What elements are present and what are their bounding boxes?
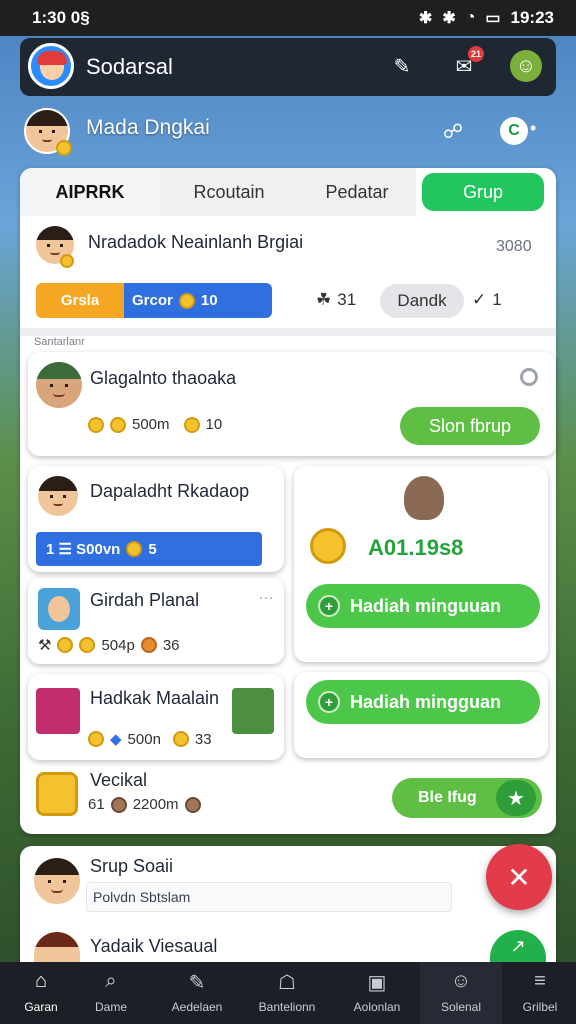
section-label: Santarlanr xyxy=(34,336,85,348)
wifi-icon: ◔ xyxy=(465,9,476,26)
coin-icon xyxy=(79,637,96,653)
home-icon: ⌂ xyxy=(34,970,48,992)
notification-badge: 21 xyxy=(468,46,484,62)
coin-icon xyxy=(110,796,127,813)
item4-avatar xyxy=(232,688,274,734)
nav-menu[interactable]: ≡ Grilbel xyxy=(504,962,576,1024)
item5-title: Vecikal xyxy=(90,770,148,790)
fab-close-icon[interactable]: ✕ xyxy=(486,844,552,910)
featured-extra: ✓ 1 xyxy=(472,290,502,309)
featured-action-button[interactable]: Dandk xyxy=(380,284,464,318)
coin-icon xyxy=(184,796,201,813)
tools-icon: ⚒ xyxy=(38,637,52,654)
refresh-icon[interactable]: C xyxy=(500,117,528,145)
coin-icon xyxy=(88,416,104,433)
status-bar: 1:30 0§ ✱ ✱ ◔ ▭ 19:23 xyxy=(0,0,576,36)
app-logo[interactable] xyxy=(28,43,74,89)
item1-avatar xyxy=(36,362,82,408)
tab-grup[interactable]: Grup xyxy=(422,173,544,211)
check-circle-icon: ✓ xyxy=(472,290,487,309)
coin-icon xyxy=(110,416,126,433)
coin-icon xyxy=(178,292,195,309)
mascot-icon xyxy=(404,476,444,520)
item1-stats: 500m 10 xyxy=(88,416,222,433)
bar-value: 10 xyxy=(200,292,218,309)
people-stat: ☘ 31 xyxy=(316,290,356,310)
status-time-left: 1:30 0§ xyxy=(32,8,90,27)
coin-icon xyxy=(56,140,72,156)
app-header: Sodarsal ✎ ✉ 21 ☺ xyxy=(20,38,556,96)
nav-bag[interactable]: ☖ Bantelionn xyxy=(246,962,328,1024)
lower-avatar xyxy=(34,858,80,904)
friend-icon[interactable]: ☺ xyxy=(510,50,542,82)
star-icon[interactable]: ★ xyxy=(496,780,536,816)
item1-radio[interactable] xyxy=(520,368,538,386)
item4-thumbnail xyxy=(36,688,80,734)
weekly-reward-button-2[interactable]: + Hadiah mingguan xyxy=(306,680,540,724)
gold-coin-icon xyxy=(310,528,346,564)
bottom-nav: ⌂ Garan ⌕ Dame ✎ Aedelaen ☖ Bantelionn ▣… xyxy=(0,962,576,1024)
lower-title: Srup Soaii xyxy=(90,856,174,876)
coin-stack-icon xyxy=(36,772,78,816)
item2-progress-bar: 1 ☰ S00vn 5 xyxy=(36,532,262,566)
plus-icon: + xyxy=(318,691,340,713)
nav-box[interactable]: ▣ Aolonlan xyxy=(336,962,418,1024)
lower-avatar-2 xyxy=(34,932,80,962)
people-icon: ☘ xyxy=(316,290,332,309)
plus-icon: + xyxy=(318,595,340,617)
item3-stats: ⚒ 504p 36 xyxy=(38,636,180,655)
item4-title: Hadkak Maalain xyxy=(90,688,220,708)
coin-icon xyxy=(60,254,74,268)
notification-icon[interactable]: ✉ 21 xyxy=(448,46,484,82)
search-input[interactable]: Polvdn Sbtslam xyxy=(86,882,452,912)
reward-amount: A01.19s8 xyxy=(368,535,464,560)
gem-icon: ◆ xyxy=(110,731,122,748)
pencil-icon: ✎ xyxy=(188,972,206,994)
box-icon: ▣ xyxy=(367,972,387,994)
tab-rcoutain[interactable]: Rcoutain xyxy=(160,168,298,216)
coin-icon xyxy=(172,731,189,747)
nav-profile[interactable]: ☺ Solenal xyxy=(420,962,502,1024)
item1-title: Glagalnto thaoaka xyxy=(90,368,237,388)
people-count: 31 xyxy=(337,290,357,309)
coin-icon xyxy=(183,416,200,433)
edit-icon[interactable]: ✎ xyxy=(386,50,418,82)
profile-name: Mada Dngkai xyxy=(86,116,210,139)
weekly-reward-button[interactable]: + Hadiah minguuan xyxy=(306,584,540,628)
featured-score: 3080 xyxy=(496,238,532,255)
item4-stats: ◆ 500n 33 xyxy=(88,730,212,748)
menu-icon: ≡ xyxy=(534,970,546,992)
item3-title: Girdah Planal xyxy=(90,590,200,610)
item2-avatar xyxy=(38,476,78,516)
link-icon[interactable]: ☍ xyxy=(434,112,472,150)
coin-icon xyxy=(57,637,74,653)
app-title: Sodarsal xyxy=(86,54,173,79)
item2-title: Dapaladht Rkadaop xyxy=(90,481,250,501)
user-icon: ☺ xyxy=(450,970,472,992)
bar-left-label: Grsla xyxy=(36,283,124,318)
coin-icon xyxy=(140,637,157,653)
bluetooth-icon: ✱ xyxy=(418,10,433,27)
battery-icon: ▭ xyxy=(485,10,501,27)
coin-icon xyxy=(126,541,143,557)
join-group-button[interactable]: Slon fbrup xyxy=(400,407,540,445)
coin-icon xyxy=(88,731,104,747)
search-icon: ⌕ xyxy=(105,970,117,992)
status-time-right: 19:23 xyxy=(510,8,554,27)
featured-progress-bar: Grsla Grcor 10 xyxy=(36,283,272,318)
tab-bar: AIPRRK Rcoutain Pedatar Grup xyxy=(20,168,556,216)
bluetooth-icon-2: ✱ xyxy=(442,10,456,27)
tab-aiprrk[interactable]: AIPRRK xyxy=(20,168,160,216)
tab-pedatar[interactable]: Pedatar xyxy=(298,168,416,216)
nav-edit[interactable]: ✎ Aedelaen xyxy=(156,962,238,1024)
bar-right-label: Grcor xyxy=(132,292,173,309)
item3-thumbnail xyxy=(38,588,80,630)
lower-title-2: Yadaik Viesaual xyxy=(90,936,218,956)
item5-stats: 61 2200m xyxy=(88,796,201,813)
more-icon[interactable]: • xyxy=(530,118,536,139)
nav-search[interactable]: ⌕ Dame xyxy=(70,962,152,1024)
bag-icon: ☖ xyxy=(278,972,296,994)
more-options-icon[interactable]: … xyxy=(258,586,274,604)
featured-title: Nradadok Neainlanh Brgiai xyxy=(88,232,304,252)
